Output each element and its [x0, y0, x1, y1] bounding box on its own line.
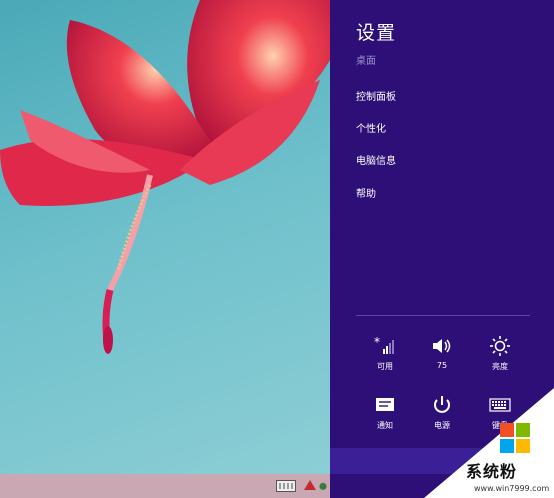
charm-subtitle: 桌面: [356, 56, 376, 67]
flower-image: [0, 0, 330, 354]
notifications-label: 通知: [377, 421, 393, 430]
tray-network-icon[interactable]: [318, 478, 328, 492]
menu-item-control-panel[interactable]: 控制面板: [356, 88, 396, 103]
network-label: 可用: [377, 362, 393, 371]
brightness-icon: [490, 336, 510, 356]
volume-tile[interactable]: 75: [414, 334, 470, 370]
wifi-signal-icon: *: [374, 336, 394, 354]
tray-flag-icon[interactable]: [304, 480, 316, 490]
volume-icon: [433, 339, 451, 353]
menu-item-help[interactable]: 帮助: [356, 185, 376, 200]
desktop-wallpaper: [0, 0, 330, 498]
menu-item-pc-info[interactable]: 电脑信息: [356, 152, 396, 167]
charm-title: 设置: [356, 22, 397, 44]
windows-logo-icon: [500, 423, 530, 453]
notifications-icon: [376, 398, 394, 411]
tray-keyboard-icon[interactable]: [276, 480, 296, 492]
brightness-label: 亮度: [492, 362, 508, 371]
brightness-tile[interactable]: 亮度: [472, 334, 528, 372]
svg-text:*: *: [374, 336, 380, 349]
volume-label: 75: [436, 361, 448, 370]
network-tile[interactable]: * 可用: [357, 334, 413, 372]
notifications-tile[interactable]: 通知: [357, 393, 413, 431]
quick-settings-divider: [356, 315, 530, 316]
watermark-url: www.win7999.com: [474, 484, 550, 493]
menu-item-personalize[interactable]: 个性化: [356, 120, 386, 135]
watermark-name: 系统粉: [466, 462, 518, 481]
